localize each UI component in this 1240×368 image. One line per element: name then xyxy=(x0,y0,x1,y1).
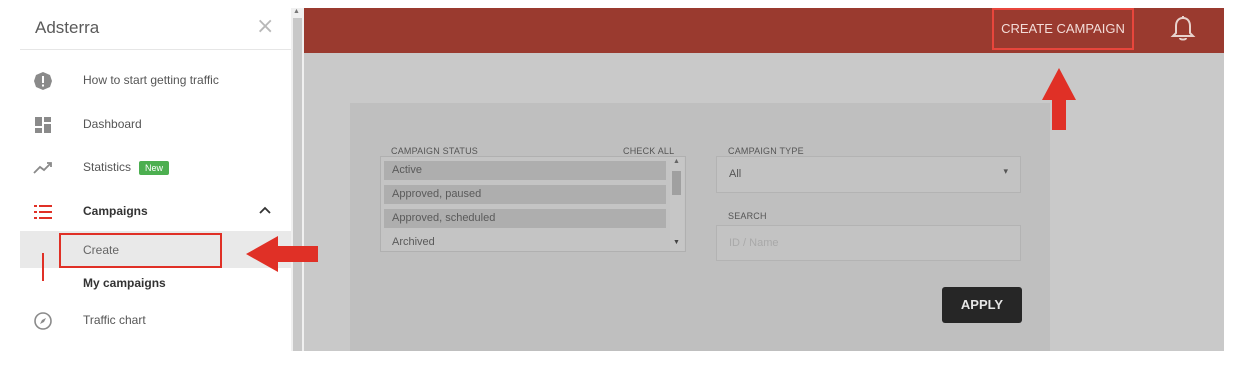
campaign-type-label: CAMPAIGN TYPE xyxy=(728,146,804,156)
close-icon[interactable]: × xyxy=(256,16,274,38)
campaign-status-label: CAMPAIGN STATUS xyxy=(391,146,479,156)
sidebar-header: Adsterra × xyxy=(20,8,291,50)
scroll-thumb[interactable] xyxy=(293,18,302,351)
search-input[interactable]: ID / Name xyxy=(716,225,1021,261)
top-bar: CREATE CAMPAIGN xyxy=(304,8,1224,53)
scroll-thumb[interactable] xyxy=(672,171,681,195)
status-option[interactable]: Archived xyxy=(384,233,666,252)
filter-panel: CAMPAIGN STATUS CHECK ALL Active Approve… xyxy=(350,103,1050,351)
dashboard-icon xyxy=(35,117,51,133)
scroll-down-icon[interactable]: ▼ xyxy=(673,239,680,246)
list-icon xyxy=(34,205,52,219)
status-option[interactable]: Approved, paused xyxy=(384,185,666,204)
check-all-link[interactable]: CHECK ALL xyxy=(623,146,674,156)
sidebar-item-statistics[interactable]: Statistics New xyxy=(20,149,291,189)
campaign-type-value: All xyxy=(729,168,742,180)
sidebar-item-label: How to start getting traffic xyxy=(83,73,219,87)
apply-button[interactable]: APPLY xyxy=(942,287,1022,323)
create-campaign-button[interactable]: CREATE CAMPAIGN xyxy=(992,8,1134,50)
sidebar-item-campaigns[interactable]: Campaigns xyxy=(20,193,291,233)
sidebar-scrollbar[interactable]: ▲ xyxy=(291,8,304,351)
submenu-item-my-campaigns[interactable]: My campaigns xyxy=(83,276,166,290)
app-title: Adsterra xyxy=(35,18,100,37)
sidebar: Adsterra × How to start getting traffic … xyxy=(20,8,291,351)
sidebar-item-label: Campaigns xyxy=(83,204,148,218)
sidebar-item-label: Statistics xyxy=(83,160,132,174)
main-content: CREATE CAMPAIGN CAMPAIGN STATUS CHECK AL… xyxy=(304,8,1224,351)
sidebar-item-dashboard[interactable]: Dashboard xyxy=(20,106,291,146)
sidebar-item-getting-traffic[interactable]: How to start getting traffic xyxy=(20,62,291,102)
create-highlight-box xyxy=(59,233,222,268)
sidebar-item-label: Dashboard xyxy=(83,117,142,131)
search-label: SEARCH xyxy=(728,211,767,221)
status-option[interactable]: Approved, scheduled xyxy=(384,209,666,228)
scroll-up-icon[interactable]: ▲ xyxy=(673,158,680,165)
sidebar-item-traffic-chart[interactable]: Traffic chart xyxy=(20,302,291,342)
left-arrow-annotation xyxy=(246,236,318,272)
sidebar-item-label: Traffic chart xyxy=(83,313,146,327)
trending-icon xyxy=(33,162,52,174)
alert-icon xyxy=(34,72,52,90)
campaign-type-select[interactable]: All ▾ xyxy=(716,156,1021,193)
caret-down-icon: ▾ xyxy=(1003,166,1008,176)
chevron-up-icon[interactable] xyxy=(258,203,272,217)
new-badge: New xyxy=(139,161,170,175)
campaign-status-list[interactable]: Active Approved, paused Approved, schedu… xyxy=(380,156,686,252)
bell-icon[interactable] xyxy=(1170,15,1196,43)
scroll-up-icon[interactable]: ▲ xyxy=(293,8,300,15)
status-list-scrollbar[interactable]: ▲ ▼ xyxy=(670,157,684,251)
compass-icon xyxy=(34,312,52,330)
active-indicator xyxy=(42,253,44,281)
app-frame: Adsterra × How to start getting traffic … xyxy=(20,8,1224,351)
status-option[interactable]: Active xyxy=(384,161,666,180)
